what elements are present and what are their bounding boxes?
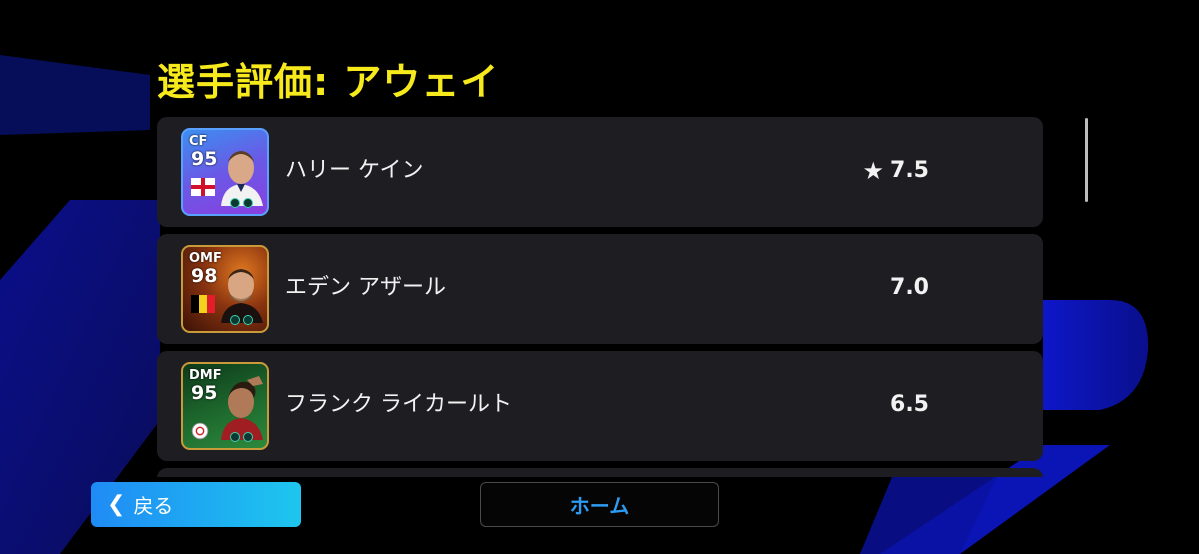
player-rating-value: 6.5 — [890, 392, 929, 417]
player-rating: ★ 7.5 — [863, 157, 930, 185]
player-name: エデン アザール — [285, 275, 446, 300]
player-row[interactable]: DMF 95 フランク ライカールト 6.5 — [157, 351, 1043, 461]
player-rating: 6.5 — [890, 391, 929, 419]
back-button[interactable]: ❮ 戻る — [91, 482, 301, 527]
player-card[interactable]: CF 95 — [181, 128, 269, 216]
player-position: OMF — [189, 251, 222, 266]
player-position: CF — [189, 134, 208, 149]
back-button-label: 戻る — [133, 494, 174, 518]
player-row[interactable] — [157, 468, 1043, 477]
player-rating-list[interactable]: CF 95 ハリー ケイン ★ 7.5 OMF 98 エデン アザール 7.0 … — [157, 117, 1043, 477]
chevron-left-icon: ❮ — [107, 492, 126, 517]
player-card[interactable]: OMF 98 — [181, 245, 269, 333]
player-card[interactable]: DMF 95 — [181, 362, 269, 450]
list-scrollbar[interactable] — [1085, 118, 1088, 202]
player-overall: 95 — [191, 148, 218, 170]
skill-indicator-icons — [230, 315, 253, 325]
player-name: ハリー ケイン — [285, 158, 424, 183]
belgium-flag-icon — [191, 295, 215, 313]
player-row[interactable]: CF 95 ハリー ケイン ★ 7.5 — [157, 117, 1043, 227]
england-flag-icon — [191, 178, 215, 196]
player-name: フランク ライカールト — [285, 392, 512, 417]
player-rating-value: 7.0 — [890, 275, 929, 300]
skill-indicator-icons — [230, 432, 253, 442]
page-title: 選手評価: アウェイ — [157, 60, 500, 104]
screen: 選手評価: アウェイ CF 95 ハリー ケイン ★ 7.5 OMF 98 エデ… — [0, 0, 1199, 554]
home-button-label: ホーム — [569, 494, 630, 518]
player-overall: 98 — [191, 265, 218, 287]
home-button[interactable]: ホーム — [480, 482, 719, 527]
skill-indicator-icons — [230, 198, 253, 208]
player-rating-value: 7.5 — [890, 158, 929, 183]
player-position: DMF — [189, 368, 222, 383]
player-row[interactable]: OMF 98 エデン アザール 7.0 — [157, 234, 1043, 344]
star-icon: ★ — [862, 157, 885, 185]
club-crest-icon — [191, 422, 209, 440]
player-rating: 7.0 — [890, 274, 929, 302]
player-overall: 95 — [191, 382, 218, 404]
